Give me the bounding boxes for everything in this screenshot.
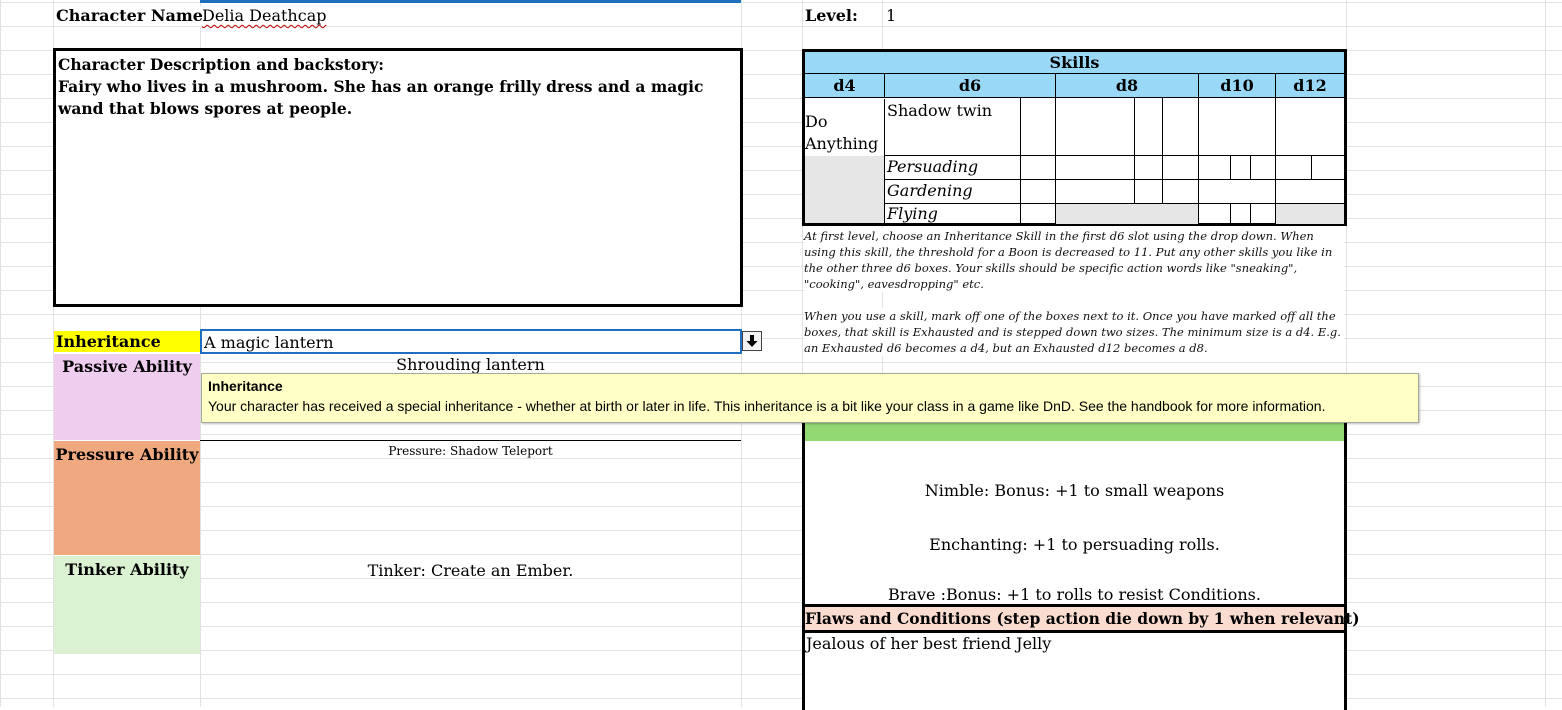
skill-checkbox[interactable] bbox=[1135, 156, 1163, 180]
skill-checkbox[interactable] bbox=[1135, 180, 1163, 204]
description-text: Fairy who lives in a mushroom. She has a… bbox=[58, 77, 704, 118]
d12-skill-cell[interactable] bbox=[1276, 180, 1344, 204]
level-label: Level: bbox=[805, 6, 858, 25]
row-border bbox=[200, 440, 741, 441]
passive-ability-value[interactable]: Shrouding lantern bbox=[200, 355, 741, 374]
tinker-ability-cell: Tinker Ability bbox=[54, 556, 200, 654]
inheritance-tooltip: Inheritance Your character has received … bbox=[201, 373, 1419, 423]
d6-skill-1[interactable]: Shadow twin bbox=[885, 98, 1021, 156]
d8-skill-cell[interactable] bbox=[1056, 156, 1135, 180]
tooltip-body: Your character has received a special in… bbox=[208, 398, 1326, 414]
trait-item-1[interactable]: Nimble: Bonus: +1 to small weapons bbox=[805, 481, 1344, 500]
d4-skill-text: Do Anything bbox=[805, 112, 879, 153]
pressure-ability-label: Pressure Ability bbox=[55, 445, 199, 464]
description-box[interactable]: Character Description and backstory: Fai… bbox=[53, 48, 743, 307]
die-header-d4: d4 bbox=[805, 74, 885, 98]
d10-skill-cell[interactable] bbox=[1199, 180, 1276, 204]
flaws-heading: Flaws and Conditions (step action die do… bbox=[802, 607, 1360, 630]
die-header-d12: d12 bbox=[1293, 76, 1327, 95]
pressure-ability-cell: Pressure Ability bbox=[54, 441, 200, 555]
tooltip-title: Inheritance bbox=[208, 378, 283, 394]
column-gridline bbox=[1545, 0, 1546, 707]
skill-checkbox[interactable] bbox=[1163, 98, 1199, 156]
passive-ability-label: Passive Ability bbox=[62, 357, 192, 376]
die-header-d6: d6 bbox=[885, 74, 1056, 98]
skill-checkbox[interactable] bbox=[1135, 98, 1163, 156]
column-header-selection bbox=[200, 0, 741, 3]
traits-box: Nimble: Bonus: +1 to small weapons Encha… bbox=[802, 423, 1347, 607]
d12-skill-cell[interactable] bbox=[1276, 156, 1312, 180]
d10-skill-cell[interactable] bbox=[1199, 156, 1231, 180]
skills-title: Skills bbox=[805, 52, 1344, 74]
d10-skill-cell[interactable] bbox=[1199, 204, 1231, 224]
d6-skill-3[interactable]: Gardening bbox=[885, 180, 1021, 204]
d6-skill-2-text: Persuading bbox=[887, 157, 979, 176]
d10-skill-cell[interactable] bbox=[1199, 98, 1276, 156]
tinker-ability-value[interactable]: Tinker: Create an Ember. bbox=[200, 561, 741, 580]
skill-checkbox[interactable] bbox=[1021, 98, 1056, 156]
d6-skill-3-text: Gardening bbox=[887, 181, 973, 200]
skills-table: Skills d4 d6 d8 d10 d12 Do Anything Shad… bbox=[802, 49, 1347, 226]
passive-ability-cell: Passive Ability bbox=[54, 354, 200, 440]
skills-note-1: At first level, choose an Inheritance Sk… bbox=[804, 228, 1344, 292]
d6-skill-2[interactable]: Persuading bbox=[885, 156, 1021, 180]
d8-grey-fill bbox=[1056, 204, 1199, 224]
tinker-ability-label: Tinker Ability bbox=[65, 560, 189, 579]
skill-checkbox[interactable] bbox=[1312, 156, 1344, 180]
skill-checkbox[interactable] bbox=[1231, 204, 1251, 224]
skill-checkbox[interactable] bbox=[1163, 180, 1199, 204]
d12-skill-cell[interactable] bbox=[1276, 98, 1344, 156]
inheritance-value: A magic lantern bbox=[204, 333, 334, 352]
die-header-d10: d10 bbox=[1199, 74, 1276, 98]
d4-skill-cell[interactable]: Do Anything bbox=[805, 99, 885, 156]
dropdown-arrow-icon[interactable] bbox=[742, 331, 762, 351]
trait-item-2[interactable]: Enchanting: +1 to persuading rolls. bbox=[805, 535, 1344, 554]
skill-checkbox[interactable] bbox=[1231, 156, 1251, 180]
pressure-ability-value[interactable]: Pressure: Shadow Teleport bbox=[200, 444, 741, 458]
d6-skill-4-text: Flying bbox=[887, 204, 938, 223]
skill-checkbox[interactable] bbox=[1163, 156, 1199, 180]
flaws-text: Jealous of her best friend Jelly bbox=[806, 634, 1052, 653]
level-cell[interactable]: 1 bbox=[886, 6, 897, 25]
d12-grey-fill bbox=[1276, 204, 1344, 224]
inheritance-select[interactable]: A magic lantern bbox=[200, 329, 742, 354]
skills-note-2: When you use a skill, mark off one of th… bbox=[804, 308, 1344, 356]
d8-skill-cell[interactable] bbox=[1056, 180, 1135, 204]
trait-item-3[interactable]: Brave :Bonus: +1 to rolls to resist Cond… bbox=[805, 585, 1344, 604]
character-name-cell[interactable]: Delia Deathcap bbox=[202, 6, 327, 25]
skill-checkbox[interactable] bbox=[1021, 204, 1056, 224]
d8-skill-cell[interactable] bbox=[1056, 98, 1135, 156]
skill-checkbox[interactable] bbox=[1251, 156, 1276, 180]
description-heading: Character Description and backstory: bbox=[58, 55, 385, 74]
character-name-label: Character Name: bbox=[56, 6, 209, 26]
skill-checkbox[interactable] bbox=[1021, 180, 1056, 204]
d6-skill-4[interactable]: Flying bbox=[885, 204, 1021, 224]
d4-grey-fill bbox=[805, 156, 885, 223]
skill-checkbox[interactable] bbox=[1251, 204, 1276, 224]
flaws-box[interactable]: Jealous of her best friend Jelly bbox=[802, 630, 1347, 710]
skill-checkbox[interactable] bbox=[1021, 156, 1056, 180]
d6-skill-1-text: Shadow twin bbox=[887, 101, 993, 120]
traits-header-fill bbox=[805, 423, 1344, 441]
inheritance-label: Inheritance bbox=[54, 331, 200, 352]
die-header-d8: d8 bbox=[1056, 74, 1199, 98]
